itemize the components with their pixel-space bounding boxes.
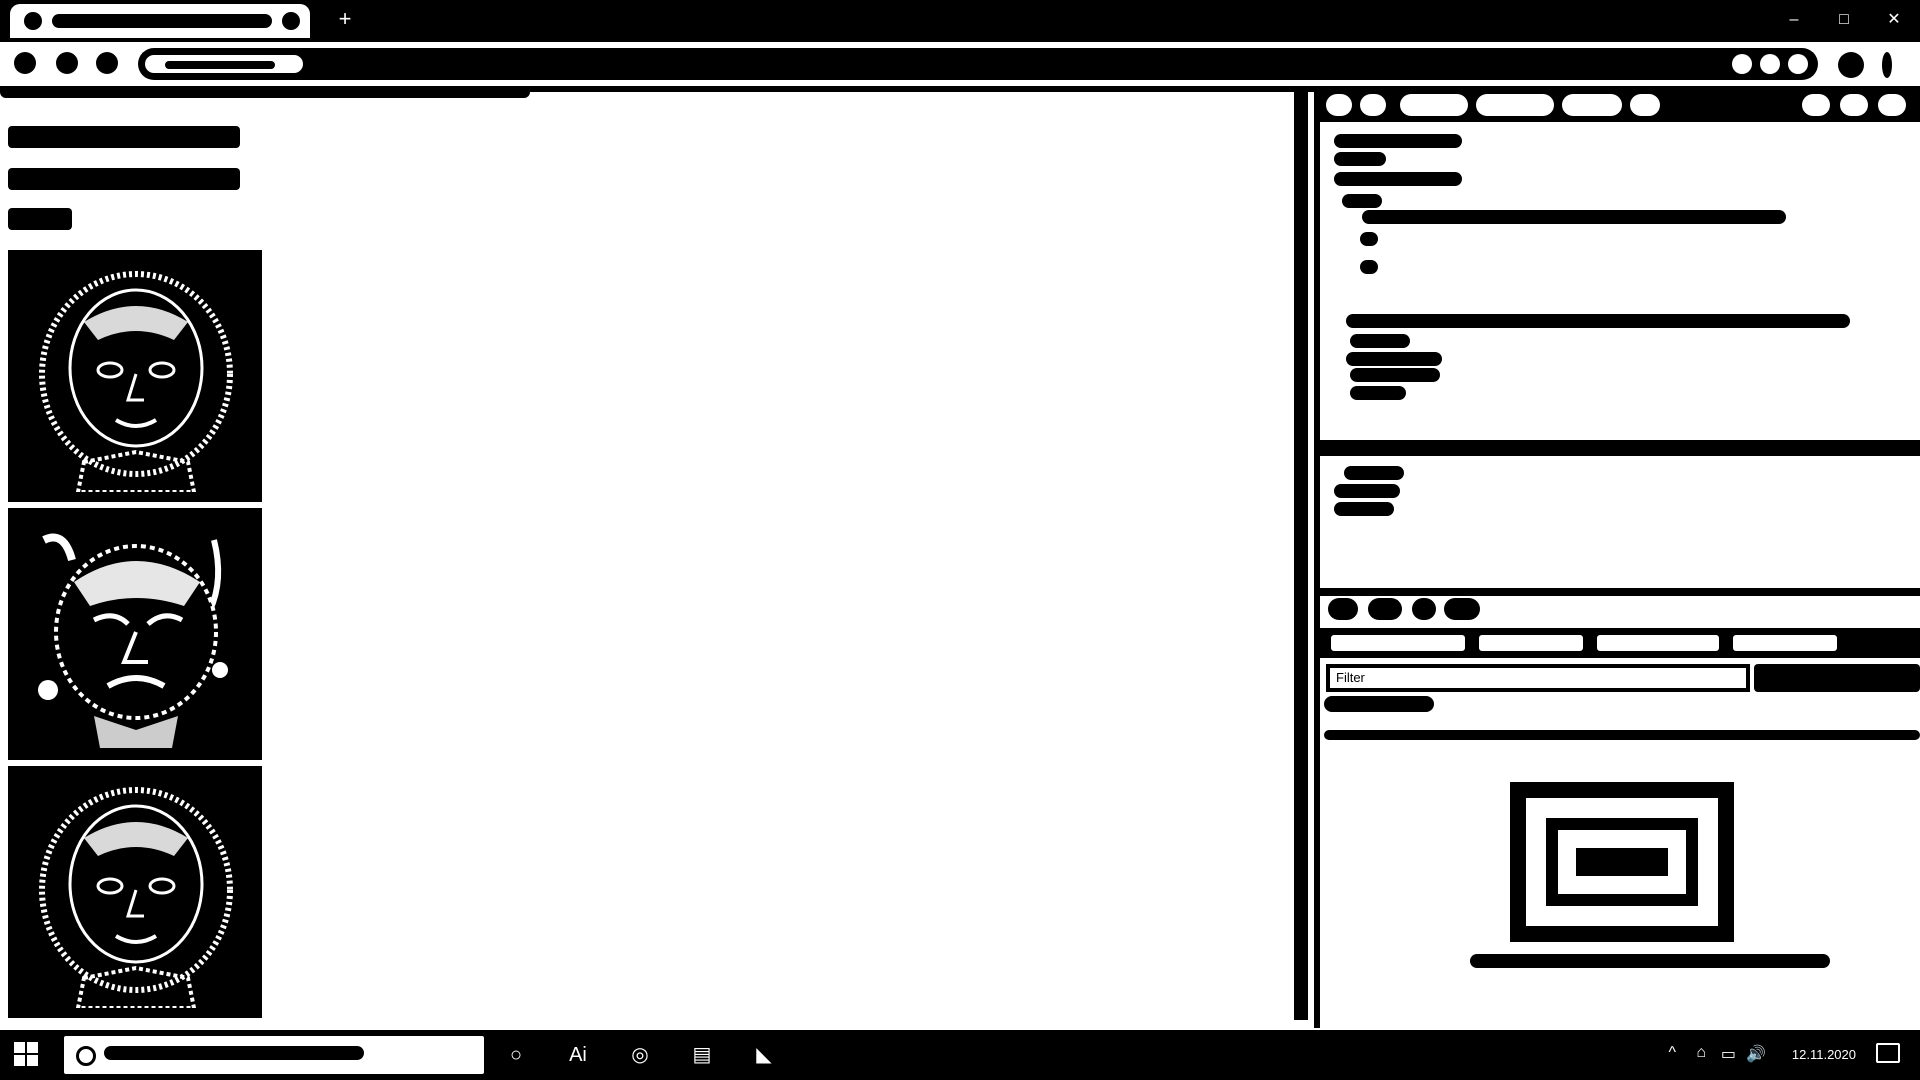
back-arrow-icon[interactable] xyxy=(14,52,36,74)
tab-title xyxy=(52,14,272,28)
portrait-image xyxy=(8,766,262,1018)
breadcrumb[interactable] xyxy=(1344,466,1404,480)
devtools-tab[interactable] xyxy=(1476,94,1554,116)
tray-expand-icon[interactable]: ^ xyxy=(1668,1044,1676,1062)
dom-node[interactable] xyxy=(1360,260,1378,274)
dom-node[interactable] xyxy=(1346,314,1850,328)
styles-filter-options[interactable] xyxy=(1754,664,1920,692)
breadcrumb[interactable] xyxy=(1334,484,1400,498)
portrait-face-icon xyxy=(39,787,233,1008)
extension-icon[interactable] xyxy=(1788,54,1808,74)
notification-center-icon[interactable] xyxy=(1876,1043,1900,1063)
style-rule[interactable] xyxy=(1324,696,1434,712)
dom-node[interactable] xyxy=(1334,134,1462,148)
dom-node[interactable] xyxy=(1346,352,1442,366)
address-bar[interactable] xyxy=(138,48,1818,80)
network-icon[interactable]: ⌂ xyxy=(1696,1044,1706,1062)
dom-node[interactable] xyxy=(1334,152,1386,166)
profile-avatar-icon[interactable] xyxy=(1838,52,1864,78)
app-header-bar xyxy=(0,86,530,98)
settings-gear-icon[interactable] xyxy=(1802,94,1830,116)
more-tabs-icon[interactable] xyxy=(1630,94,1660,116)
kebab-menu-icon[interactable] xyxy=(1882,52,1892,78)
visual-studio-icon[interactable]: ◣ xyxy=(748,1040,780,1070)
battery-icon[interactable]: ▭ xyxy=(1721,1044,1736,1064)
sidebar-tabs xyxy=(1320,588,1920,626)
taskbar-search-box[interactable] xyxy=(64,1036,484,1074)
computed-tab[interactable] xyxy=(1476,632,1586,654)
text-app-icon[interactable]: Ai xyxy=(562,1040,594,1070)
dom-node[interactable] xyxy=(1360,232,1378,246)
browser-tab-strip: + – □ ✕ xyxy=(0,0,1920,42)
portrait-image xyxy=(8,250,262,502)
windows-taskbar: ○ Ai ◎ ▤ ◣ ^ ⌂ ▭ 🔊 12.11.2020 xyxy=(0,1030,1920,1080)
browser-tab-active[interactable] xyxy=(10,4,310,38)
device-toggle-icon[interactable] xyxy=(1360,94,1386,116)
sidebar-tab[interactable] xyxy=(1412,598,1436,620)
dom-node[interactable] xyxy=(1342,194,1382,208)
dom-node[interactable] xyxy=(1350,386,1406,400)
app-control-row[interactable] xyxy=(8,168,240,190)
extension-icon[interactable] xyxy=(1760,54,1780,74)
devtools-tab[interactable] xyxy=(1562,94,1622,116)
dom-node[interactable] xyxy=(1350,334,1410,348)
devtools-panel: Filter xyxy=(1314,88,1920,1028)
portrait-face-icon xyxy=(38,533,228,748)
breadcrumb[interactable] xyxy=(1334,502,1394,516)
pane-separator[interactable] xyxy=(1320,440,1920,456)
site-info-chip[interactable] xyxy=(142,52,306,76)
sidebar-tab[interactable] xyxy=(1444,598,1480,620)
event-listeners-tab[interactable] xyxy=(1730,632,1840,654)
close-window-button[interactable]: ✕ xyxy=(1876,6,1912,34)
app-control-button[interactable] xyxy=(8,208,72,230)
devtools-toolbar xyxy=(1320,88,1920,122)
style-rule[interactable] xyxy=(1324,730,1920,740)
styles-filter-input[interactable]: Filter xyxy=(1326,664,1750,692)
portrait-face-icon xyxy=(39,271,233,492)
inspect-element-icon[interactable] xyxy=(1326,94,1352,116)
minimize-button[interactable]: – xyxy=(1776,6,1812,34)
devtools-tab[interactable] xyxy=(1400,94,1468,116)
windows-start-icon[interactable] xyxy=(14,1042,40,1068)
styles-pane-tabs xyxy=(1320,628,1920,658)
dom-node[interactable] xyxy=(1350,368,1440,382)
bookmark-star-icon[interactable] xyxy=(1732,54,1752,74)
app-control-row[interactable] xyxy=(8,126,240,148)
browser-toolbar xyxy=(0,42,1920,92)
forward-arrow-icon[interactable] xyxy=(56,52,78,74)
maximize-button[interactable]: □ xyxy=(1826,6,1862,34)
clock-date[interactable]: 12.11.2020 xyxy=(1792,1047,1856,1062)
dom-node[interactable] xyxy=(1334,172,1462,186)
box-model-diagram xyxy=(1510,782,1734,942)
box-model-content xyxy=(1546,818,1698,906)
new-tab-button[interactable]: + xyxy=(330,4,360,34)
chrome-icon[interactable]: ◎ xyxy=(624,1040,656,1070)
favicon-icon xyxy=(24,12,42,30)
portrait-image xyxy=(8,508,262,760)
sidebar-tab[interactable] xyxy=(1368,598,1402,620)
panel-resize-handle[interactable] xyxy=(1294,90,1308,1020)
reload-icon[interactable] xyxy=(96,52,118,74)
volume-icon[interactable]: 🔊 xyxy=(1746,1044,1766,1064)
styles-tab[interactable] xyxy=(1328,632,1468,654)
tab-close-icon[interactable] xyxy=(282,12,300,30)
task-view-icon[interactable]: ○ xyxy=(500,1040,532,1070)
search-placeholder xyxy=(104,1046,364,1060)
devtools-close-icon[interactable] xyxy=(1878,94,1906,116)
devtools-menu-icon[interactable] xyxy=(1840,94,1868,116)
dom-node-selected[interactable] xyxy=(1362,210,1786,224)
store-icon[interactable]: ▤ xyxy=(686,1040,718,1070)
sidebar-tab[interactable] xyxy=(1328,598,1358,620)
box-model-caption xyxy=(1470,954,1830,968)
layout-tab[interactable] xyxy=(1594,632,1722,654)
search-icon xyxy=(76,1046,96,1066)
